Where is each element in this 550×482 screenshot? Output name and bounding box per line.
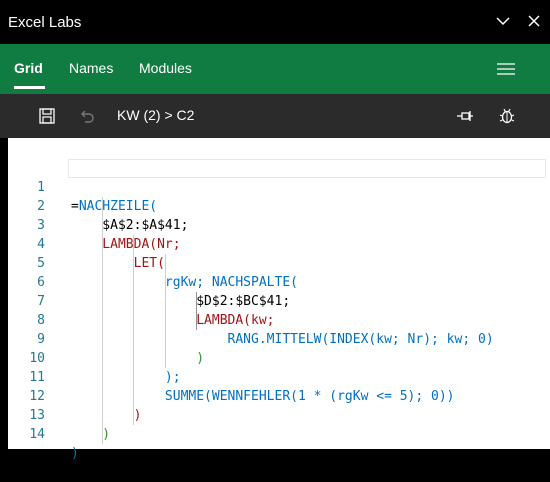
code-line: 6 $D$2:$BC$41; <box>8 254 550 309</box>
code-line: 1 =NACHZEILE( <box>8 159 550 214</box>
nav-bar: Grid Names Modules <box>0 44 550 94</box>
tab-names[interactable]: Names <box>69 60 113 76</box>
formula-editor[interactable]: 1 =NACHZEILE( 2 $A$2:$A$41; 3 LAMBDA(Nr;… <box>8 138 550 461</box>
close-icon[interactable] <box>525 12 543 30</box>
chevron-down-icon[interactable] <box>494 12 512 30</box>
code-line: 11 SUMME(WENNFEHLER(1 * (rgKw <= 5); 0)) <box>8 349 550 404</box>
tab-modules[interactable]: Modules <box>139 60 192 76</box>
code-line: 4 LET( <box>8 216 550 271</box>
code-line: 8 RANG.MITTELW(INDEX(kw; Nr); kw; 0) <box>8 292 550 347</box>
excel-labs-pane: Excel Labs Grid Names Modules KW (2) > C… <box>0 0 550 461</box>
pin-icon[interactable] <box>456 107 474 125</box>
hamburger-menu-icon[interactable] <box>497 61 515 75</box>
toolbar: KW (2) > C2 <box>0 94 550 138</box>
code-line: 9 ) <box>8 311 550 366</box>
title-bar: Excel Labs <box>0 0 550 44</box>
code-line: 10 ); <box>8 330 550 385</box>
code-line: 13 ) <box>8 387 550 442</box>
code-line: 5 rgKw; NACHSPALTE( <box>8 235 550 290</box>
code-text: ) <box>71 446 79 461</box>
code-line: 12 ) <box>8 368 550 423</box>
code-text: ) <box>71 427 111 442</box>
save-icon[interactable] <box>38 107 56 125</box>
pane-title: Excel Labs <box>8 14 82 31</box>
bug-icon[interactable] <box>498 107 516 125</box>
line-number: 14 <box>29 427 45 442</box>
code-line: 14 ) <box>8 406 550 461</box>
breadcrumb: KW (2) > C2 <box>117 107 195 123</box>
code-line: 7 LAMBDA(kw; <box>8 273 550 328</box>
code-line: 2 $A$2:$A$41; <box>8 178 550 233</box>
undo-icon[interactable] <box>78 107 96 125</box>
active-tab-indicator <box>14 86 45 89</box>
tab-grid[interactable]: Grid <box>14 60 43 76</box>
code-line: 3 LAMBDA(Nr; <box>8 197 550 252</box>
